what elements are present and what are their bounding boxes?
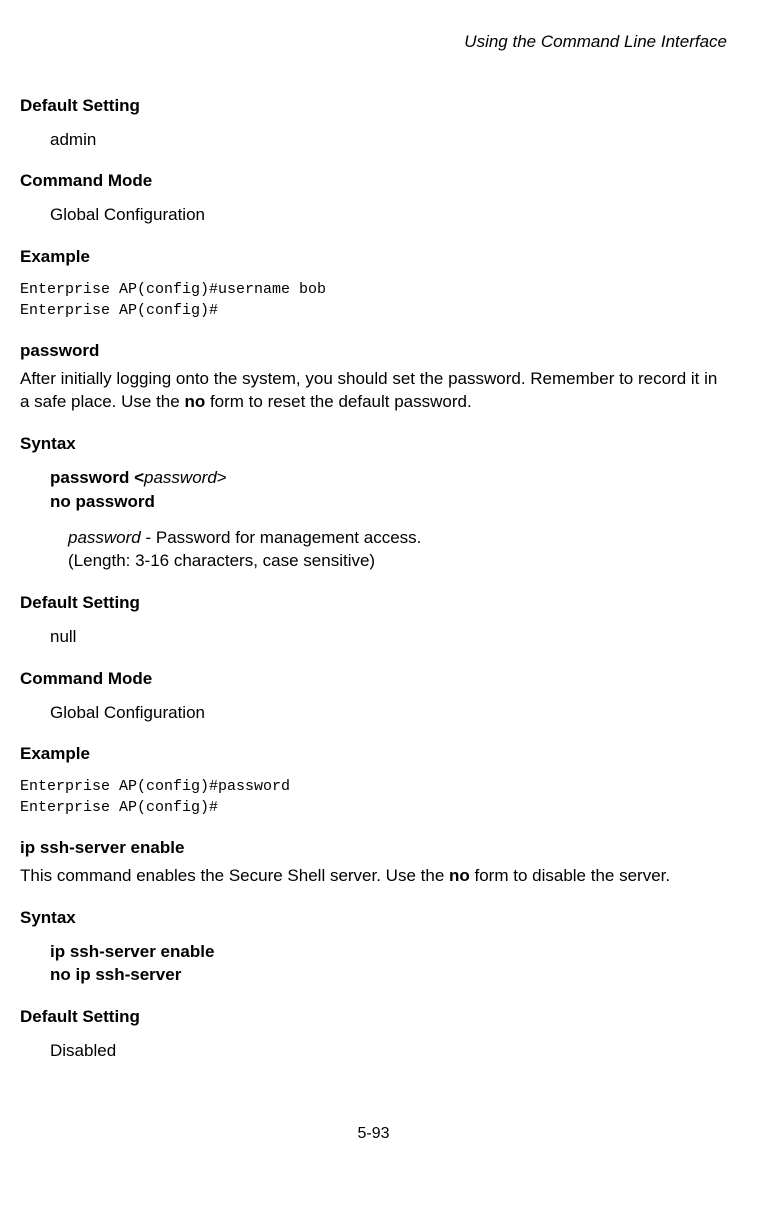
text-span-bold: no (184, 392, 205, 411)
param-desc: password - Password for management acces… (68, 526, 727, 574)
text-span: form to reset the default password. (205, 392, 471, 411)
heading-default-setting-2: Default Setting (20, 591, 727, 615)
value-default-setting-1: admin (50, 128, 727, 152)
value-default-setting-3: Disabled (50, 1039, 727, 1063)
text-span-italic: password (68, 528, 141, 547)
text-span-bold: password < (50, 468, 144, 487)
desc-ip-ssh: This command enables the Secure Shell se… (20, 864, 727, 888)
heading-ip-ssh: ip ssh-server enable (20, 836, 727, 860)
heading-password: password (20, 339, 727, 363)
page-number: 5-93 (20, 1123, 727, 1145)
page-header: Using the Command Line Interface (20, 30, 727, 54)
value-default-setting-2: null (50, 625, 727, 649)
desc-password: After initially logging onto the system,… (20, 367, 727, 415)
heading-command-mode-2: Command Mode (20, 667, 727, 691)
heading-syntax-1: Syntax (20, 432, 727, 456)
heading-default-setting-3: Default Setting (20, 1005, 727, 1029)
text-span: (Length: 3-16 characters, case sensitive… (68, 551, 375, 570)
text-span-bold: no (449, 866, 470, 885)
value-command-mode-2: Global Configuration (50, 701, 727, 725)
syntax-password-line2: no password (50, 490, 727, 514)
code-example-1: Enterprise AP(config)#username bob Enter… (20, 279, 727, 321)
syntax-password-line1: password <password> (50, 466, 727, 490)
text-span-italic: password (144, 468, 217, 487)
heading-example-2: Example (20, 742, 727, 766)
heading-command-mode-1: Command Mode (20, 169, 727, 193)
text-span: > (217, 468, 227, 487)
value-command-mode-1: Global Configuration (50, 203, 727, 227)
text-span: This command enables the Secure Shell se… (20, 866, 449, 885)
text-span: - Password for management access. (141, 528, 422, 547)
heading-syntax-2: Syntax (20, 906, 727, 930)
syntax-ssh-line1: ip ssh-server enable (50, 940, 727, 964)
heading-default-setting-1: Default Setting (20, 94, 727, 118)
code-example-2: Enterprise AP(config)#password Enterpris… (20, 776, 727, 818)
syntax-ssh-line2: no ip ssh-server (50, 963, 727, 987)
heading-example-1: Example (20, 245, 727, 269)
text-span: form to disable the server. (470, 866, 670, 885)
